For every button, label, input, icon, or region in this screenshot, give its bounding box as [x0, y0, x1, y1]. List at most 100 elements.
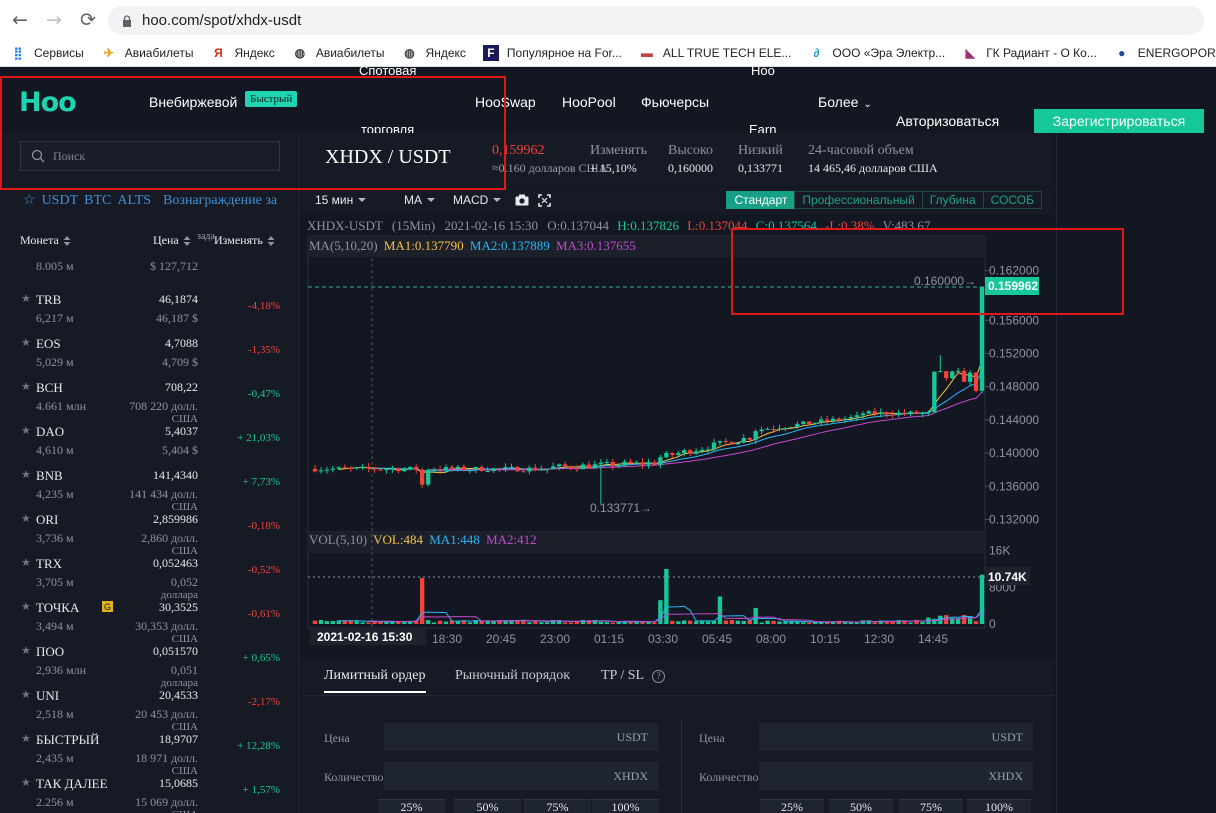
star-icon[interactable]: ☆ — [23, 192, 36, 209]
login-link[interactable]: Авторизоваться — [896, 113, 999, 129]
reload-icon[interactable]: ⟳ — [71, 3, 105, 37]
star-icon[interactable]: ★ — [21, 644, 31, 657]
list-item[interactable]: ★ EOS 5,029 м 4,7088 4,709 $ -1,35% — [0, 336, 300, 380]
list-item[interactable]: ★ BCH 4.661 млн 708,22 708 220 долл. США -0,47… — [0, 380, 300, 425]
radiant-icon: ◣ — [965, 46, 975, 60]
candlestick-chart[interactable]: 0.162000 0.156000 0.152000 0.148000 0.144000… — [302, 214, 1054, 656]
nav-futures[interactable]: Фьючерсы — [641, 94, 709, 110]
tab-rewards[interactable]: Вознаграждение за — [163, 193, 277, 209]
candle-body — [890, 414, 895, 416]
sell-price-input[interactable]: USDT — [759, 723, 1033, 751]
nav-hoopool[interactable]: HooPool — [562, 94, 616, 110]
list-item[interactable]: ★ TRB 6,217 м 46,1874 46,187 $ -4,18% — [0, 292, 300, 336]
star-icon[interactable]: ★ — [21, 292, 31, 305]
interval-select[interactable]: 15 мин — [315, 193, 367, 207]
bookmark-item[interactable]: ∂ ООО «Эра Электр... — [808, 45, 945, 61]
sell-pct-100[interactable]: 100% — [967, 799, 1031, 813]
buy-pct-25[interactable]: 25% — [378, 799, 445, 813]
list-item[interactable]: ★ UNI 2,518 м 20,4533 20 453 долл. США -2,17% — [0, 688, 300, 733]
candle-body — [497, 468, 502, 470]
buy-price-input[interactable]: USDT — [384, 723, 658, 751]
list-item[interactable]: ★ DAO 4,610 м 5,4037 5,404 $ + 21,03% — [0, 424, 300, 468]
tab-tp-sl[interactable]: TP / SL? — [601, 668, 666, 684]
tab-limit-order[interactable]: Лимитный ордер — [324, 668, 426, 693]
camera-icon[interactable] — [515, 194, 529, 206]
tab-market-order[interactable]: Рыночный порядок — [455, 668, 570, 684]
bookmark-item[interactable]: ⣿ Сервисы — [10, 45, 84, 61]
star-icon[interactable]: ★ — [21, 424, 31, 437]
star-icon[interactable]: ★ — [21, 732, 31, 745]
list-item[interactable]: ★ BNB 4,235 м 141,4340 141 434 долл. США + 7,7… — [0, 468, 300, 513]
bookmark-item[interactable]: ✈ Авиабилеты — [101, 45, 194, 61]
star-icon[interactable]: ★ — [21, 600, 31, 613]
macd-select[interactable]: MACD — [453, 193, 502, 207]
bookmark-item[interactable]: Я Яндекс — [210, 45, 275, 61]
tab-btc[interactable]: BTC — [84, 193, 111, 209]
sell-pct-75[interactable]: 75% — [899, 799, 963, 813]
hoo-logo[interactable]: Hoo — [19, 87, 77, 118]
bookmark-item[interactable]: ● ENERGOPORTAL.R — [1114, 45, 1216, 61]
search-input[interactable]: Поиск — [20, 141, 280, 171]
nav-hooswap[interactable]: HooSwap — [475, 94, 536, 110]
ohlc-interval: (15Min) — [392, 218, 435, 233]
ma3-line — [428, 391, 983, 471]
nav-spot-top[interactable]: Спотовая — [359, 63, 416, 78]
sell-qty-input[interactable]: XHDX — [759, 762, 1033, 790]
volume-bar — [753, 607, 758, 624]
list-item[interactable]: ★ ТОЧКА G 3,494 м 30,3525 30,353 долл. США -0,6… — [0, 600, 300, 645]
star-icon[interactable]: ★ — [21, 556, 31, 569]
back-icon[interactable]: ← — [3, 3, 37, 37]
col-price-header[interactable]: Цена — [153, 233, 191, 248]
star-icon[interactable]: ★ — [21, 468, 31, 481]
star-icon[interactable]: ★ — [21, 776, 31, 789]
tab-usdt[interactable]: USDT — [42, 193, 79, 209]
volume-bar — [396, 622, 401, 624]
col-coin-header[interactable]: Монета — [20, 233, 71, 248]
sort-icon — [267, 235, 275, 246]
tab-method[interactable]: СОСОБ — [982, 191, 1042, 209]
volume-bar — [443, 621, 449, 624]
sell-pct-50[interactable]: 50% — [829, 799, 893, 813]
buy-pct-50[interactable]: 50% — [454, 799, 521, 813]
list-item[interactable]: ★ ПОО 2,936 млн 0,051570 0,051 доллара + 0,65% — [0, 644, 300, 689]
buy-pct-100[interactable]: 100% — [592, 799, 659, 813]
list-item[interactable]: ★ БЫСТРЫЙ 2,435 м 18,9707 18 971 долл. США + 1… — [0, 732, 300, 777]
register-button[interactable]: Зарегистрироваться — [1034, 109, 1204, 133]
col-change-header[interactable]: Изменять — [214, 233, 275, 248]
tab-depth[interactable]: Глубина — [921, 191, 984, 209]
star-icon[interactable]: ★ — [21, 380, 31, 393]
tab-alts[interactable]: ALTS — [117, 193, 151, 209]
bookmark-item[interactable]: ▬ ALL TRUE TECH ELE... — [639, 45, 792, 61]
candle-body — [795, 423, 800, 428]
bookmark-item[interactable]: ◣ ГК Радиант - О Ко... — [962, 45, 1097, 61]
list-item[interactable]: ★ ТАК ДАЛЕЕ 2.256 м 15,0685 15 069 долл.США +… — [0, 776, 300, 813]
bookmark-label: Авиабилеты — [124, 46, 194, 60]
star-icon[interactable]: ★ — [21, 336, 31, 349]
star-icon[interactable]: ★ — [21, 688, 31, 701]
forward-icon[interactable]: → — [37, 3, 71, 37]
bookmark-item[interactable]: ◍ Авиабилеты — [292, 45, 385, 61]
high-marker: 0.160000→ — [914, 274, 976, 288]
nav-otc[interactable]: Внебиржевой — [149, 94, 237, 110]
buy-qty-input[interactable]: XHDX — [384, 762, 658, 790]
nav-hoo-earn-top[interactable]: Hoo — [751, 63, 775, 78]
ma-select[interactable]: MA — [404, 193, 435, 207]
star-icon[interactable]: ★ — [21, 512, 31, 525]
nav-more[interactable]: Более ⌄ — [818, 94, 872, 110]
tab-professional[interactable]: Профессиональный — [794, 191, 923, 209]
volume-bar — [324, 621, 330, 624]
sell-pct-25[interactable]: 25% — [760, 799, 824, 813]
bookmark-item[interactable]: ◍ Яндекс — [402, 45, 466, 61]
price-tick-label: 0.156000 — [989, 313, 1039, 327]
candle-body — [944, 371, 949, 379]
bookmark-item[interactable]: F Популярное на For... — [482, 45, 622, 61]
help-icon[interactable]: ? — [652, 670, 666, 683]
fullscreen-icon[interactable] — [538, 194, 551, 207]
buy-pct-75[interactable]: 75% — [524, 799, 591, 813]
list-item[interactable]: ★ ORI 3,736 м 2,859986 2,860 долл. США -0,18% — [0, 512, 300, 557]
tab-standard[interactable]: Стандарт — [726, 191, 796, 209]
price-tick-label: 0.132000 — [989, 513, 1039, 527]
address-bar[interactable]: hoo.com/spot/xhdx-usdt — [108, 6, 1204, 35]
list-item[interactable]: ★ TRX 3,705 м 0,052463 0,052 доллара -0,52% — [0, 556, 300, 601]
main-pane-border — [307, 235, 986, 533]
